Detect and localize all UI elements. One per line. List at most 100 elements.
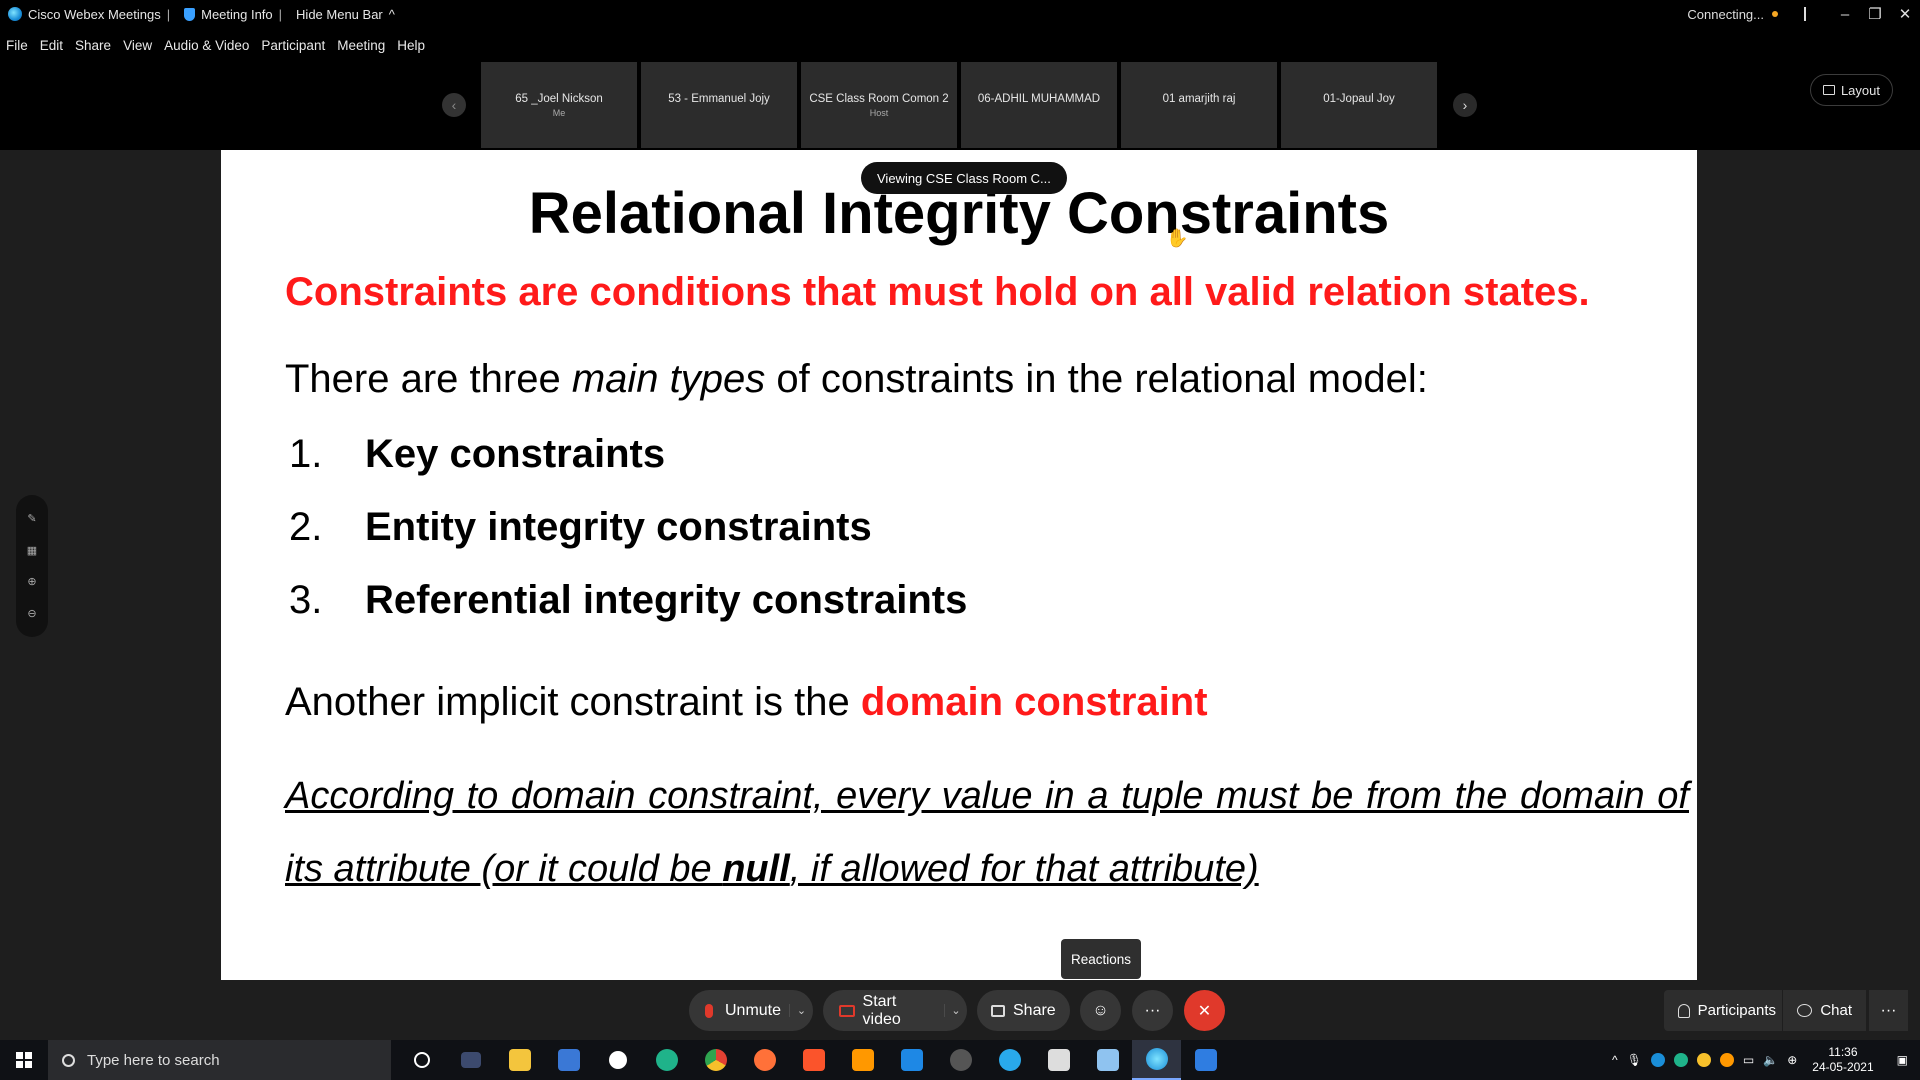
chevron-down-icon[interactable]: ⌄ — [943, 1004, 967, 1017]
notification-icon[interactable]: ▣ — [1897, 1053, 1908, 1067]
network-icon[interactable]: ⊕ — [1787, 1053, 1797, 1067]
start-button[interactable] — [0, 1040, 48, 1080]
annotate-icon[interactable]: ✎ — [27, 512, 36, 525]
zoom-in-icon[interactable]: ⊕ — [27, 575, 36, 588]
webex-tray-icon[interactable] — [1650, 1053, 1665, 1067]
menu-meeting[interactable]: Meeting — [337, 38, 385, 53]
notepad-icon[interactable] — [1083, 1040, 1132, 1080]
app-icon[interactable] — [1034, 1040, 1083, 1080]
webex-taskbar-icon[interactable] — [1132, 1040, 1181, 1080]
app-tray-icon[interactable] — [1719, 1053, 1734, 1067]
leave-meeting-button[interactable]: ✕ — [1184, 990, 1225, 1031]
menu-help[interactable]: Help — [397, 38, 425, 53]
edge-tray-icon[interactable] — [1673, 1053, 1688, 1067]
edge-icon[interactable] — [642, 1040, 691, 1080]
battery-icon[interactable]: ▭ — [1743, 1053, 1754, 1067]
strip-prev-button[interactable]: ‹ — [442, 93, 466, 117]
file-explorer-icon[interactable] — [495, 1040, 544, 1080]
menu-edit[interactable]: Edit — [40, 38, 63, 53]
chrome-tray-icon[interactable] — [1696, 1053, 1711, 1067]
chevron-up-icon[interactable]: ^ — [1612, 1053, 1618, 1067]
microphone-icon[interactable]: 🎙 — [1627, 1053, 1642, 1067]
store-icon[interactable] — [544, 1040, 593, 1080]
eraser-icon[interactable]: ▦ — [27, 544, 37, 557]
chevron-up-icon: ^ — [388, 6, 395, 22]
menu-view[interactable]: View — [123, 38, 152, 53]
person-icon — [1677, 1003, 1690, 1018]
participant-tile[interactable]: 65 _Joel Nickson Me — [481, 62, 637, 148]
title-bar: Cisco Webex Meetings | Meeting Info | Hi… — [0, 0, 1920, 28]
start-video-button[interactable]: Start video ⌄ — [823, 990, 967, 1031]
hide-menu-bar-button[interactable]: Hide Menu Bar ^ — [296, 7, 395, 22]
shared-slide: Relational Integrity Constraints ✋ Const… — [221, 150, 1697, 980]
minimize-button[interactable]: – — [1830, 6, 1860, 23]
strip-next-button[interactable]: › — [1453, 93, 1477, 117]
more-options-button[interactable]: ··· — [1132, 990, 1173, 1031]
chevron-right-icon: › — [1462, 97, 1468, 113]
menu-file[interactable]: File — [6, 38, 28, 53]
menu-participant[interactable]: Participant — [261, 38, 325, 53]
meeting-info-button[interactable]: Meeting Info | — [184, 7, 282, 22]
chat-icon — [1797, 1004, 1813, 1017]
slide-list-item: 3. Referential integrity constraints — [289, 578, 968, 622]
slide-list-item: 1. Key constraints — [289, 432, 666, 476]
participant-tile[interactable]: 01-Jopaul Joy — [1281, 62, 1437, 148]
participant-tile[interactable]: 06-ADHIL MUHAMMAD — [961, 62, 1117, 148]
window-app-icon[interactable] — [1181, 1040, 1230, 1080]
search-icon — [62, 1053, 75, 1067]
ellipsis-icon: ··· — [1880, 1001, 1897, 1019]
chat-panel-button[interactable]: Chat — [1782, 990, 1866, 1031]
viewing-indicator: Viewing CSE Class Room C... — [861, 162, 1067, 194]
slide-red-statement: Constraints are conditions that must hol… — [285, 270, 1590, 314]
windows-logo-icon — [16, 1052, 32, 1068]
restore-button[interactable]: ❐ — [1860, 5, 1890, 23]
taskbar-search[interactable]: Type here to search — [48, 1040, 391, 1080]
smiley-icon: ☺ — [1092, 1001, 1109, 1019]
firefox-icon[interactable] — [740, 1040, 789, 1080]
menu-audio-video[interactable]: Audio & Video — [164, 38, 249, 53]
slide-domain-line: Another implicit constraint is the domai… — [285, 680, 1208, 724]
status-dot-icon — [1772, 11, 1778, 17]
obs-icon[interactable] — [936, 1040, 985, 1080]
content-stage: Relational Integrity Constraints ✋ Const… — [0, 150, 1920, 980]
participant-strip: ‹ 65 _Joel Nickson Me 53 - Emmanuel Jojy… — [0, 62, 1920, 150]
annotation-toolbar: ✎ ▦ ⊕ ⊖ — [16, 495, 48, 637]
webex-logo-icon — [8, 7, 22, 21]
close-window-button[interactable]: ✕ — [1890, 5, 1920, 23]
shield-icon — [184, 7, 196, 21]
chrome-icon[interactable] — [691, 1040, 740, 1080]
camera-off-icon — [839, 1004, 855, 1017]
windows-taskbar: Type here to search ^ 🎙 ▭ 🔈 ⊕ 11:36 24-0… — [0, 1040, 1920, 1080]
telegram-icon[interactable] — [985, 1040, 1034, 1080]
participants-panel-button[interactable]: Participants — [1663, 990, 1790, 1031]
connection-status: Connecting... — [1687, 7, 1778, 22]
participant-tile[interactable]: 53 - Emmanuel Jojy — [641, 62, 797, 148]
chevron-left-icon: ‹ — [451, 97, 457, 113]
menu-share[interactable]: Share — [75, 38, 111, 53]
hand-cursor-icon: ✋ — [1166, 228, 1189, 248]
xbox-icon[interactable] — [593, 1040, 642, 1080]
zoom-out-icon[interactable]: ⊖ — [27, 607, 36, 620]
vscode-icon[interactable] — [887, 1040, 936, 1080]
slide-domain-definition: According to domain constraint, every va… — [285, 775, 1689, 890]
task-view-icon[interactable] — [446, 1040, 495, 1080]
participant-tile[interactable]: 01 amarjith raj — [1121, 62, 1277, 148]
brave-icon[interactable] — [789, 1040, 838, 1080]
sublime-icon[interactable] — [838, 1040, 887, 1080]
clock[interactable]: 11:36 24-05-2021 — [1812, 1045, 1873, 1075]
slide-list-item: 2. Entity integrity constraints — [289, 505, 872, 549]
app-title: Cisco Webex Meetings | — [8, 7, 170, 22]
layout-icon — [1822, 85, 1835, 95]
unmute-button[interactable]: Unmute ⌄ — [689, 990, 813, 1031]
reactions-button[interactable]: ☺ — [1080, 990, 1121, 1031]
more-panels-button[interactable]: ··· — [1868, 990, 1908, 1031]
share-screen-icon — [991, 1004, 1005, 1017]
speaker-icon[interactable]: 🔈 — [1763, 1053, 1778, 1067]
participant-tile[interactable]: CSE Class Room Comon 2 Host — [801, 62, 957, 148]
chevron-down-icon[interactable]: ⌄ — [789, 1004, 813, 1017]
share-button[interactable]: Share — [977, 990, 1070, 1031]
app-name: Cisco Webex Meetings — [28, 6, 161, 22]
close-icon: ✕ — [1197, 1002, 1212, 1020]
layout-button[interactable]: Layout — [1809, 74, 1893, 106]
cortana-icon[interactable] — [397, 1040, 446, 1080]
